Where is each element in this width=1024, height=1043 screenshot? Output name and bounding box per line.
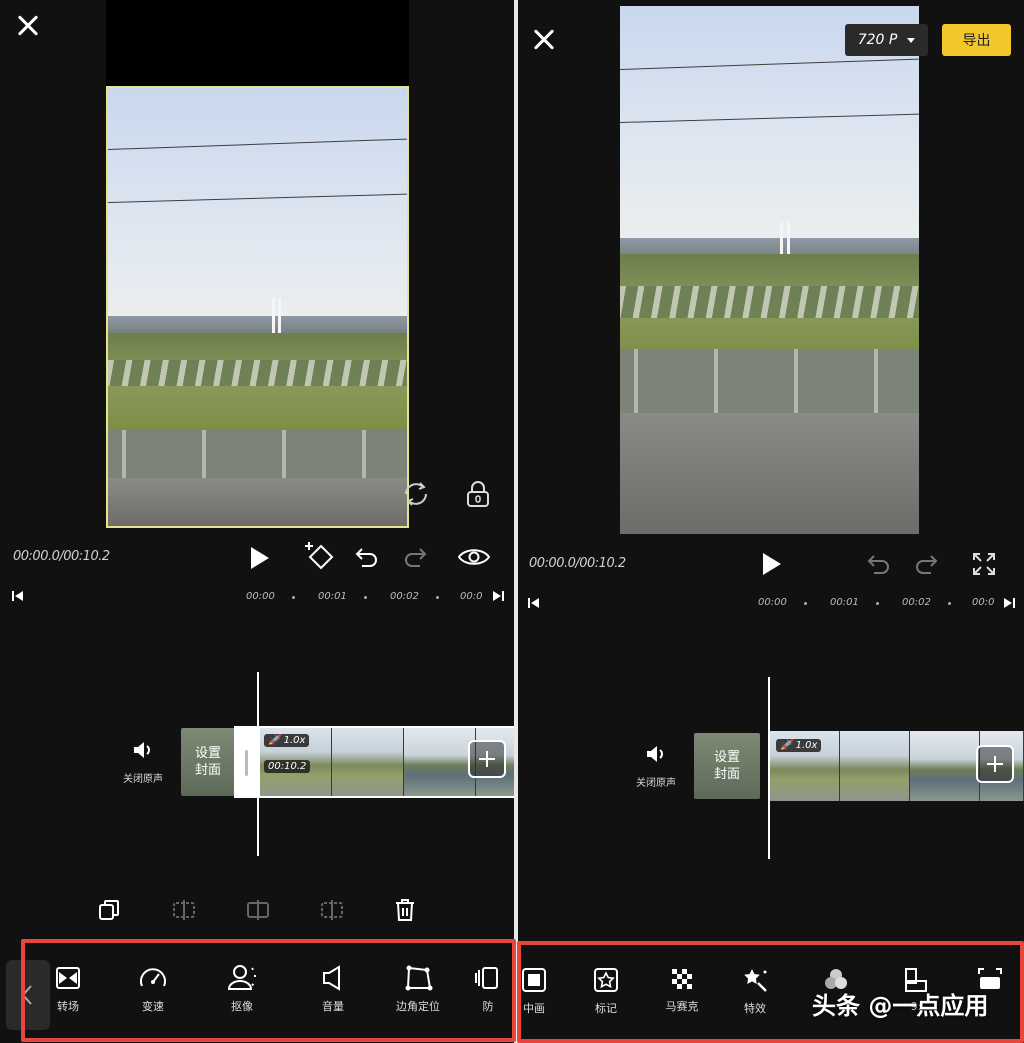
lock-icon[interactable] — [465, 480, 491, 508]
video-clip-selected[interactable]: 🚀 1.0x 00:10.2 — [234, 726, 516, 798]
panel-divider — [514, 0, 518, 1043]
set-cover-button[interactable]: 设置 封面 — [694, 733, 760, 799]
tool-mosaic[interactable]: 马赛克 — [642, 966, 722, 1014]
tool-cutout[interactable]: 抠像 — [202, 964, 282, 1014]
set-cover-button[interactable]: 设置 封面 — [181, 728, 235, 796]
delete-icon[interactable] — [394, 897, 416, 923]
transition-icon — [56, 967, 80, 989]
chevron-down-icon — [907, 37, 916, 43]
left-editor-panel: 00:00.0/00:10.2 00:00 00:01 00:02 00:0 关… — [0, 0, 516, 1043]
tool-corner-pin[interactable]: 边角定位 — [378, 964, 458, 1014]
jump-end-icon[interactable] — [1002, 597, 1016, 609]
cover-label-line1: 设置 — [713, 750, 740, 765]
close-icon[interactable] — [528, 24, 560, 56]
video-letterbox — [106, 0, 409, 86]
tool-stabilize[interactable]: 防 — [460, 964, 516, 1014]
tool-speed[interactable]: 变速 — [113, 964, 193, 1014]
timeline-playhead[interactable] — [768, 677, 770, 859]
mute-label: 关闭原声 — [636, 778, 676, 789]
cover-label-line2: 封面 — [194, 763, 221, 778]
effects-icon — [744, 969, 767, 992]
split-left-icon[interactable] — [171, 898, 197, 922]
picture-in-picture-icon — [522, 968, 546, 992]
cover-label-line1: 设置 — [194, 746, 221, 761]
undo-icon[interactable] — [354, 545, 380, 569]
playback-time: 00:00.0/00:10.2 — [529, 556, 626, 571]
jump-end-icon[interactable] — [491, 590, 505, 602]
tool-volume[interactable]: 音量 — [293, 964, 373, 1014]
jump-start-icon[interactable] — [527, 597, 541, 609]
timeline-ruler: 00:00 00:01 00:02 00:0 — [246, 591, 483, 602]
split-icon[interactable] — [245, 898, 271, 922]
duration-badge: 00:10.2 — [264, 760, 311, 773]
resolution-value: 720 P — [857, 32, 898, 48]
left-tool-row: 转场 变速 抠像 音量 边角定位 防 — [0, 964, 516, 1030]
stabilize-icon — [475, 967, 498, 989]
jump-start-icon[interactable] — [11, 590, 25, 602]
undo-icon[interactable] — [866, 552, 892, 576]
add-clip-button[interactable] — [976, 745, 1014, 783]
cover-label-line2: 封面 — [713, 767, 740, 782]
copy-icon[interactable] — [97, 898, 121, 922]
watermark-text: 头条 @一点应用 — [812, 992, 989, 1020]
clip-trim-handle-left[interactable] — [236, 728, 258, 796]
keyframe-add-icon[interactable] — [302, 540, 336, 572]
tool-transition[interactable]: 转场 — [28, 964, 108, 1014]
speaker-icon — [134, 742, 150, 758]
tool-effects[interactable]: 特效 — [715, 966, 795, 1016]
split-right-icon[interactable] — [319, 898, 345, 922]
mute-original-audio[interactable]: 关闭原声 — [118, 740, 168, 785]
corner-pin-icon — [405, 965, 433, 991]
playback-time: 00:00.0/00:10.2 — [13, 549, 110, 564]
speed-badge: 🚀 1.0x — [776, 739, 822, 752]
play-icon[interactable] — [760, 551, 784, 577]
video-clip[interactable]: 🚀 1.0x — [770, 731, 1024, 801]
fullscreen-icon[interactable] — [971, 551, 997, 577]
timeline-playhead[interactable] — [257, 672, 259, 856]
preview-eye-icon[interactable] — [457, 545, 491, 569]
mosaic-icon — [672, 969, 692, 989]
resolution-dropdown[interactable]: 720 P — [845, 24, 928, 56]
volume-icon — [323, 965, 340, 991]
add-clip-button[interactable] — [468, 740, 506, 778]
right-editor-panel: 720 P 导出 00:00.0/00:10.2 00:00 00:01 00:… — [516, 0, 1024, 1043]
mute-label: 关闭原声 — [123, 774, 163, 785]
play-icon[interactable] — [248, 545, 272, 571]
video-frame-image — [620, 6, 919, 534]
video-preview[interactable] — [620, 6, 919, 534]
sticker-icon — [594, 968, 618, 992]
video-preview[interactable] — [106, 86, 409, 528]
tool-sticker[interactable]: 标记 — [566, 966, 646, 1016]
rotate-icon[interactable] — [400, 478, 432, 510]
video-frame-image — [108, 88, 407, 526]
cutout-icon — [227, 965, 257, 990]
speed-badge: 🚀 1.0x — [264, 734, 310, 747]
speed-icon — [140, 968, 166, 987]
redo-icon[interactable] — [402, 545, 428, 569]
export-button[interactable]: 导出 — [942, 24, 1011, 56]
redo-icon[interactable] — [913, 552, 939, 576]
timeline-ruler: 00:00 00:01 00:02 00:0 — [758, 597, 995, 608]
mute-original-audio[interactable]: 关闭原声 — [631, 744, 681, 789]
close-icon[interactable] — [12, 10, 44, 42]
speaker-icon — [647, 746, 663, 762]
